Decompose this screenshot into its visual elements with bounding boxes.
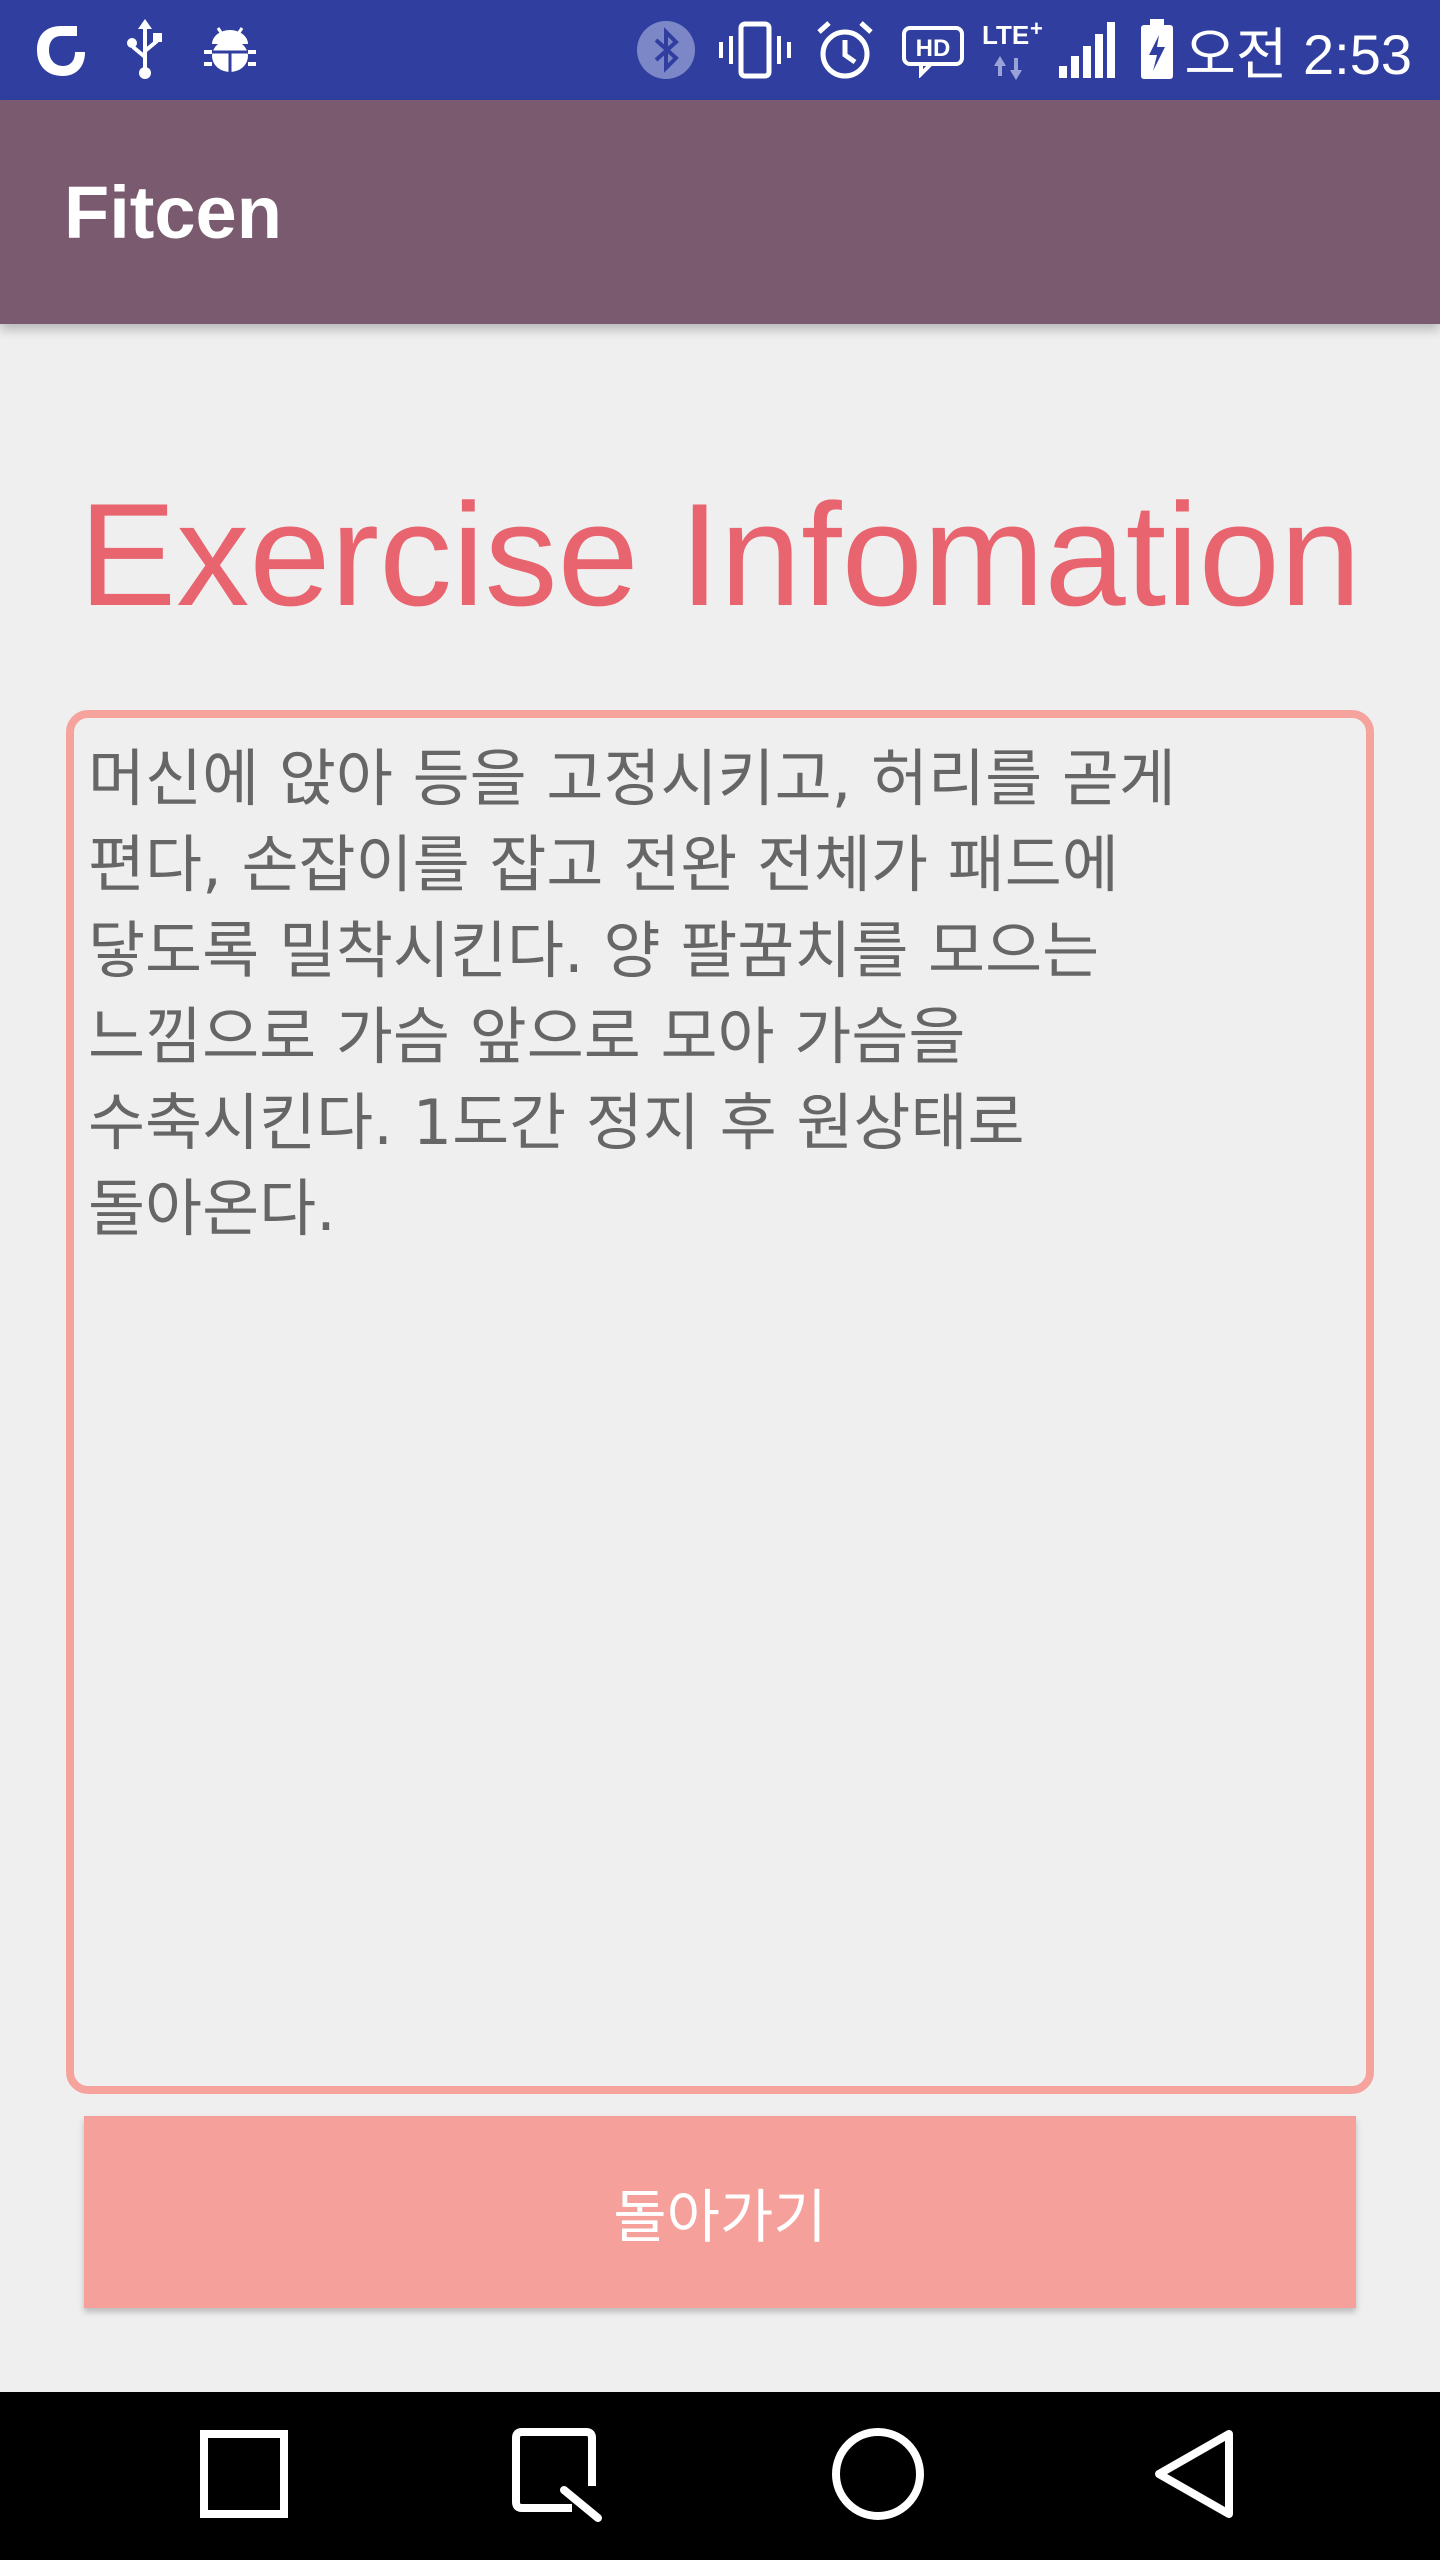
back-icon <box>1149 2426 1239 2526</box>
app-title: Fitcen <box>64 170 282 254</box>
capture-button[interactable] <box>478 2392 638 2560</box>
lte-icon: LTE + <box>982 0 1046 100</box>
recents-button[interactable] <box>164 2392 324 2560</box>
hd-icon: HD <box>898 0 968 100</box>
exercise-info-textbox[interactable]: 머신에 앉아 등을 고정시키고, 허리를 곧게 편다, 손잡이를 잡고 전완 전… <box>66 710 1374 2094</box>
battery-icon <box>1136 0 1178 100</box>
alarm-icon <box>810 0 880 100</box>
usb-icon <box>118 0 172 100</box>
page-heading: Exercise Infomation <box>78 473 1362 636</box>
vibrate-icon <box>716 0 794 100</box>
status-time: 오전 2:53 <box>1184 22 1412 86</box>
android-debug-icon <box>198 0 262 100</box>
svg-text:HD: HD <box>916 35 951 62</box>
navigation-bar <box>0 2392 1440 2560</box>
home-button[interactable] <box>798 2392 958 2560</box>
recents-icon <box>199 2429 289 2523</box>
app-bar: Fitcen <box>0 100 1440 324</box>
svg-text:+: + <box>1030 18 1043 41</box>
svg-text:LTE: LTE <box>982 20 1029 50</box>
bluetooth-icon <box>634 0 698 100</box>
status-bar: HD LTE + 오전 2:53 <box>0 0 1440 100</box>
home-icon <box>830 2426 926 2526</box>
back-button[interactable]: 돌아가기 <box>84 2116 1356 2308</box>
capture-icon <box>508 2424 608 2528</box>
signal-icon <box>1054 0 1120 100</box>
back-nav-button[interactable] <box>1114 2392 1274 2560</box>
exercise-info-text: 머신에 앉아 등을 고정시키고, 허리를 곧게 편다, 손잡이를 잡고 전완 전… <box>88 742 1176 1245</box>
opera-icon <box>24 0 90 100</box>
